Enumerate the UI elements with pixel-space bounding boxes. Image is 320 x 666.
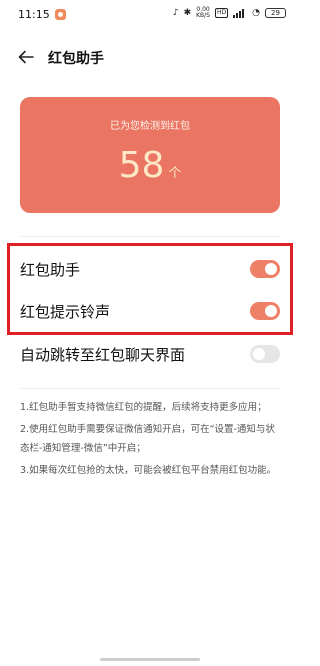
divider — [20, 236, 280, 237]
hd-icon: HD — [215, 8, 229, 18]
red-packet-count-card: 已为您检测到红包 58 个 — [20, 97, 280, 213]
nfc-icon: ♪ — [172, 7, 179, 18]
divider — [20, 388, 280, 389]
status-time: 11:15 — [18, 8, 50, 21]
auto-jump-chat-toggle[interactable] — [250, 345, 280, 363]
red-packet-assistant-toggle[interactable] — [250, 260, 280, 278]
network-speed: 0.00 KB/S — [196, 7, 210, 19]
home-indicator[interactable] — [100, 658, 200, 661]
wifi-icon: ◔ — [252, 7, 260, 18]
status-bar: 11:15 ♪ ✱ 0.00 KB/S HD ◔ 29 — [0, 0, 300, 28]
battery-icon: 29 — [265, 8, 286, 18]
setting-red-packet-ringtone[interactable]: 红包提示铃声 — [0, 291, 300, 331]
note-item: 2.使用红包助手需要保证微信通知开启，可在“设置-通知与状态栏-通知管理-微信”… — [20, 424, 275, 454]
setting-label: 红包提示铃声 — [20, 303, 111, 321]
card-caption: 已为您检测到红包 — [110, 121, 190, 132]
setting-red-packet-assistant[interactable]: 红包助手 — [0, 249, 300, 289]
page-title: 红包助手 — [48, 51, 104, 67]
notes: 1.红包助手暂支持微信红包的提醒，后续将支持更多应用； 2.使用红包助手需要保证… — [20, 398, 282, 483]
status-icons: ♪ ✱ 0.00 KB/S HD ◔ 29 — [173, 6, 286, 20]
toggle-knob — [265, 263, 277, 275]
count-unit: 个 — [168, 166, 182, 181]
header: 红包助手 — [0, 40, 300, 74]
network-speed-unit: KB/S — [196, 12, 210, 19]
app-notification-icon — [55, 9, 66, 20]
setting-label: 红包助手 — [20, 261, 81, 279]
note-item: 1.红包助手暂支持微信红包的提醒，后续将支持更多应用； — [20, 402, 267, 413]
red-packet-ringtone-toggle[interactable] — [250, 302, 280, 320]
signal-icon — [233, 8, 247, 18]
back-arrow-icon — [18, 50, 34, 64]
card-count: 58 个 — [20, 145, 280, 186]
bluetooth-icon: ✱ — [183, 7, 192, 18]
note-item: 3.如果每次红包抢的太快，可能会被红包平台禁用红包功能。 — [20, 465, 277, 476]
back-button[interactable] — [14, 45, 38, 69]
toggle-knob — [265, 305, 277, 317]
toggle-knob — [253, 348, 265, 360]
setting-label: 自动跳转至红包聊天界面 — [20, 346, 186, 364]
setting-auto-jump-chat[interactable]: 自动跳转至红包聊天界面 — [0, 334, 300, 374]
red-packet-count: 58 — [118, 145, 165, 186]
